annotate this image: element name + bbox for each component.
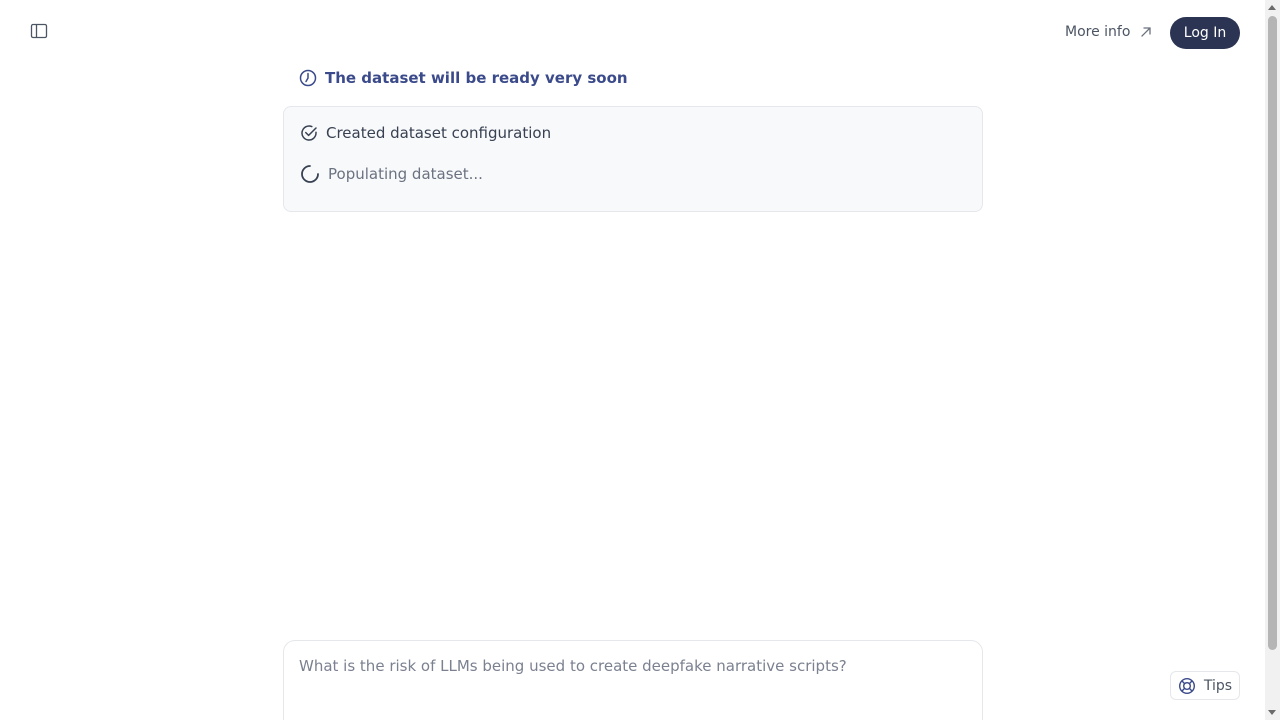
scroll-down-arrow-icon[interactable] xyxy=(1268,710,1276,715)
sidebar-toggle-button[interactable] xyxy=(28,20,50,42)
more-info-label: More info xyxy=(1065,24,1131,40)
step-label: Populating dataset... xyxy=(328,165,483,183)
scroll-up-arrow-icon[interactable] xyxy=(1268,5,1276,10)
step-label: Created dataset configuration xyxy=(326,124,552,142)
chat-input-box xyxy=(283,640,983,720)
lifebuoy-icon xyxy=(1178,677,1195,694)
progress-steps-card: Created dataset configuration Populating… xyxy=(283,106,983,212)
step-created-config: Created dataset configuration xyxy=(300,124,551,142)
sidebar-panel-icon xyxy=(30,23,48,39)
check-circle-icon xyxy=(301,125,317,141)
arrow-up-right-icon xyxy=(1141,27,1152,37)
spinner-icon xyxy=(301,165,319,183)
step-populating-dataset: Populating dataset... xyxy=(300,164,483,184)
status-title: The dataset will be ready very soon xyxy=(299,67,628,89)
tips-button[interactable]: Tips xyxy=(1170,671,1240,700)
clock-icon xyxy=(299,69,317,87)
status-title-text: The dataset will be ready very soon xyxy=(325,69,628,87)
more-info-link[interactable]: More info xyxy=(1065,22,1152,42)
tips-label: Tips xyxy=(1203,677,1233,694)
scrollbar-thumb[interactable] xyxy=(1268,16,1277,650)
chat-input[interactable] xyxy=(299,657,959,675)
page-scrollbar[interactable] xyxy=(1265,0,1280,720)
login-button[interactable]: Log In xyxy=(1170,17,1240,49)
login-label: Log In xyxy=(1183,25,1227,41)
